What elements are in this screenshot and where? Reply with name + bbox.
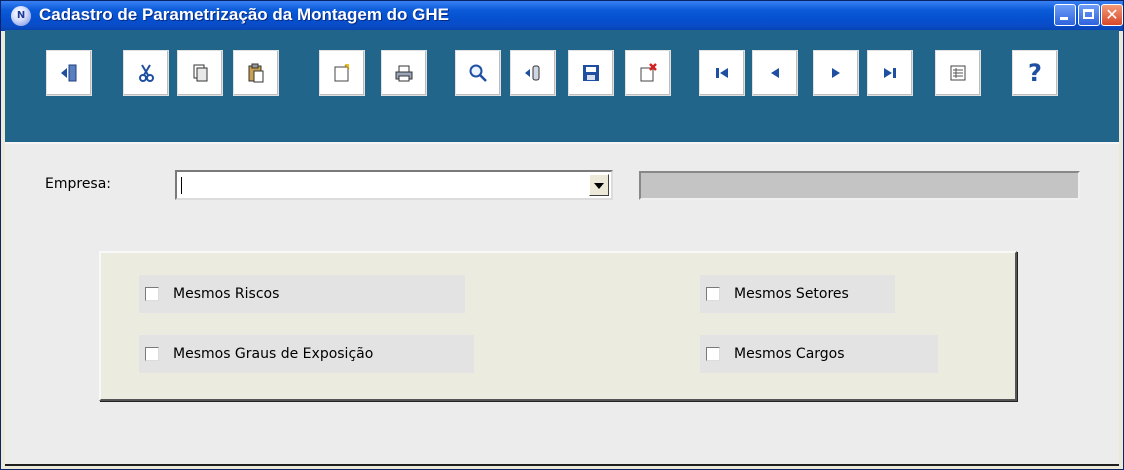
help-button[interactable]: ? — [1012, 50, 1058, 96]
checkbox-box[interactable] — [706, 287, 720, 301]
exit-button[interactable] — [46, 50, 92, 96]
window-title: Cadastro de Parametrização da Montagem d… — [39, 5, 449, 24]
next-record-button[interactable] — [813, 50, 859, 96]
cut-button[interactable] — [123, 50, 169, 96]
close-icon: ✕ — [1105, 5, 1119, 24]
paste-icon — [248, 63, 264, 83]
minimize-icon — [1060, 17, 1068, 20]
question-mark-icon: ? — [1028, 59, 1042, 87]
text-caret — [181, 177, 182, 194]
floppy-disk-icon — [583, 65, 599, 81]
insert-button[interactable] — [510, 50, 556, 96]
title-bar[interactable]: N Cadastro de Parametrização da Montagem… — [1, 1, 1123, 31]
mesmos-graus-label: Mesmos Graus de Exposição — [173, 346, 374, 362]
delete-button[interactable] — [625, 50, 671, 96]
list-view-button[interactable] — [935, 50, 981, 96]
maximize-icon — [1083, 9, 1094, 19]
mesmos-cargos-label: Mesmos Cargos — [734, 346, 845, 362]
delete-document-icon — [640, 63, 657, 82]
last-record-button[interactable] — [867, 50, 913, 96]
empresa-combobox[interactable] — [175, 170, 613, 200]
mesmos-setores-checkbox[interactable]: Mesmos Setores — [700, 275, 895, 313]
new-document-icon — [334, 64, 350, 82]
empresa-dropdown-button[interactable] — [589, 174, 609, 196]
previous-record-button[interactable] — [752, 50, 798, 96]
insert-icon — [525, 65, 540, 81]
chevron-down-icon — [594, 183, 604, 189]
scissors-icon — [139, 64, 154, 82]
previous-icon — [771, 68, 779, 78]
copy-button[interactable] — [177, 50, 223, 96]
last-icon — [884, 68, 896, 78]
first-icon — [716, 68, 728, 78]
printer-icon — [395, 65, 413, 82]
mesmos-riscos-label: Mesmos Riscos — [173, 286, 280, 302]
list-icon — [950, 65, 966, 81]
copy-icon — [193, 64, 208, 82]
checkbox-box[interactable] — [145, 347, 159, 361]
mesmos-setores-label: Mesmos Setores — [734, 286, 849, 302]
empresa-description-field — [639, 171, 1080, 200]
first-record-button[interactable] — [699, 50, 745, 96]
exit-door-icon — [61, 64, 77, 82]
window-bottom-border — [5, 464, 1119, 466]
save-button[interactable] — [568, 50, 614, 96]
new-record-button[interactable] — [319, 50, 365, 96]
empresa-label: Empresa: — [45, 176, 112, 192]
maximize-button[interactable] — [1078, 4, 1100, 26]
mesmos-cargos-checkbox[interactable]: Mesmos Cargos — [700, 335, 938, 373]
print-button[interactable] — [381, 50, 427, 96]
minimize-button[interactable] — [1054, 4, 1076, 26]
mesmos-graus-checkbox[interactable]: Mesmos Graus de Exposição — [139, 335, 474, 373]
magnifier-icon — [469, 64, 487, 82]
paste-button[interactable] — [233, 50, 279, 96]
checkbox-box[interactable] — [706, 347, 720, 361]
next-icon — [832, 68, 840, 78]
checkbox-box[interactable] — [145, 287, 159, 301]
close-button[interactable]: ✕ — [1101, 4, 1123, 26]
search-button[interactable] — [455, 50, 501, 96]
mesmos-riscos-checkbox[interactable]: Mesmos Riscos — [139, 275, 465, 313]
options-panel — [99, 251, 1017, 401]
app-logo-icon: N — [11, 6, 31, 26]
